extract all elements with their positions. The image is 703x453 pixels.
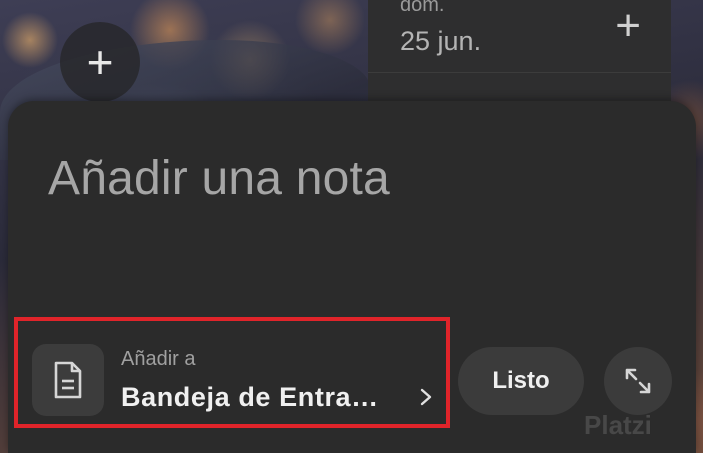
add-to-label: Añadir a xyxy=(121,348,196,370)
destination-selector[interactable]: Bandeja de Entra… xyxy=(121,382,379,413)
expand-button[interactable] xyxy=(604,347,672,415)
calendar-date-label: 25 jun. xyxy=(400,26,482,56)
calendar-divider xyxy=(368,72,671,73)
expand-icon xyxy=(625,368,651,394)
destination-icon-button[interactable] xyxy=(32,344,104,416)
add-note-sheet: Añadir una nota Añadir a Bandeja de Entr… xyxy=(8,101,696,453)
calendar-day-label: dom. xyxy=(400,0,445,16)
note-input[interactable]: Añadir una nota xyxy=(48,151,390,206)
done-button[interactable]: Listo xyxy=(458,347,584,415)
chevron-right-icon[interactable] xyxy=(416,385,436,409)
watermark-text: Platzi xyxy=(584,410,652,440)
calendar-add-icon[interactable]: + xyxy=(615,4,641,48)
add-fab-button[interactable]: + xyxy=(60,22,140,102)
plus-icon: + xyxy=(86,36,114,88)
document-icon xyxy=(54,361,82,399)
